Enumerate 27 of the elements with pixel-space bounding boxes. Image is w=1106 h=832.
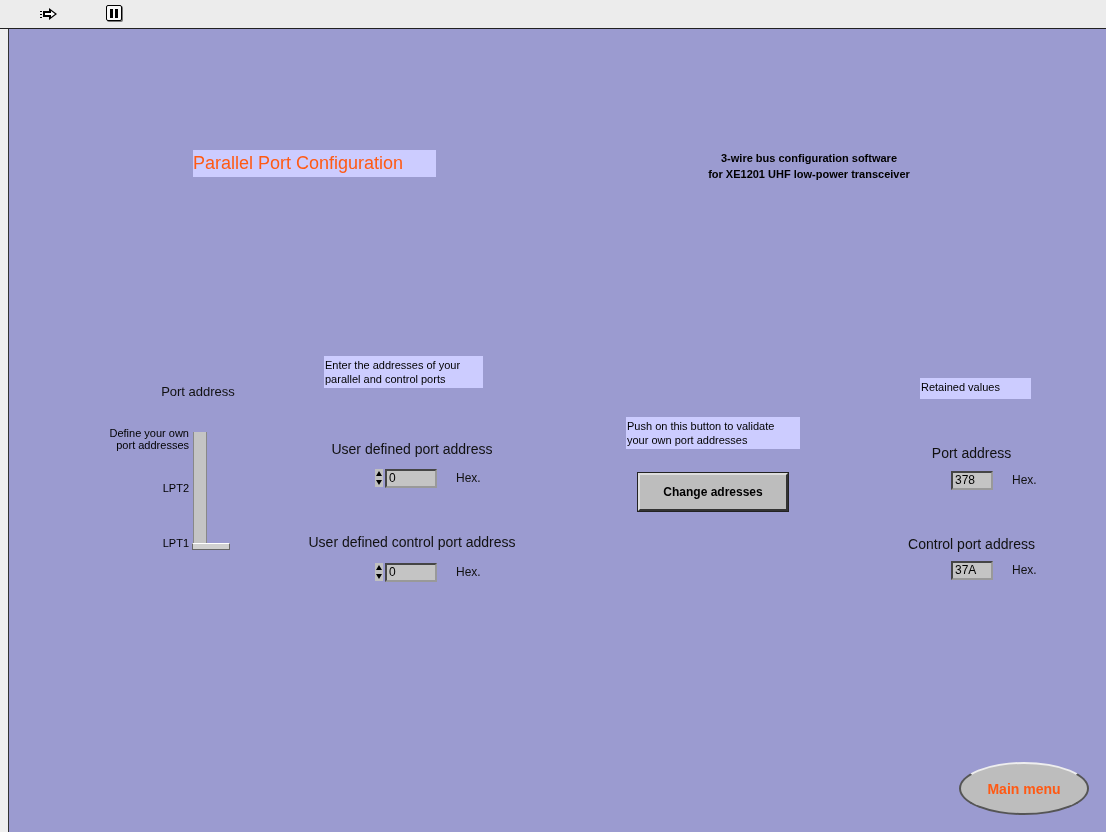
indicator-label: Control port address [907,536,1036,552]
unit-label: Hex. [456,471,481,485]
run-arrow-icon[interactable] [40,8,58,20]
unit-label: Hex. [1012,563,1037,577]
spin-arrows-icon[interactable] [375,563,383,581]
tick-label: LPT2 [161,482,189,494]
slider-label: Port address [160,384,236,399]
field-label: User defined control port address [307,534,517,550]
panel-title: Parallel Port Configuration [193,150,436,177]
tick-label: LPT1 [161,537,189,549]
instruction-note: Enter the addresses of your parallel and control ports [324,356,483,388]
spin-arrows-icon[interactable] [375,469,383,487]
unit-label: Hex. [456,565,481,579]
change-addresses-button[interactable]: Change adresses [638,473,788,511]
slider-thumb[interactable] [192,543,230,550]
unit-label: Hex. [1012,473,1037,487]
tick-label: Define your own port addresses [108,427,189,451]
number-field[interactable]: 0 [385,469,437,488]
retained-values-label: Retained values [920,378,1031,399]
field-label: User defined port address [330,441,494,457]
subtitle: 3-wire bus configuration software for XE1201 UHF low-power transceiver [707,151,911,182]
value-indicator: 378 [951,471,993,490]
number-field[interactable]: 0 [385,563,437,582]
pause-button[interactable] [106,5,122,21]
instruction-note: Push on this button to validate your own port addresses [626,417,800,449]
indicator-label: Port address [930,445,1013,461]
value-indicator: 37A [951,561,993,580]
